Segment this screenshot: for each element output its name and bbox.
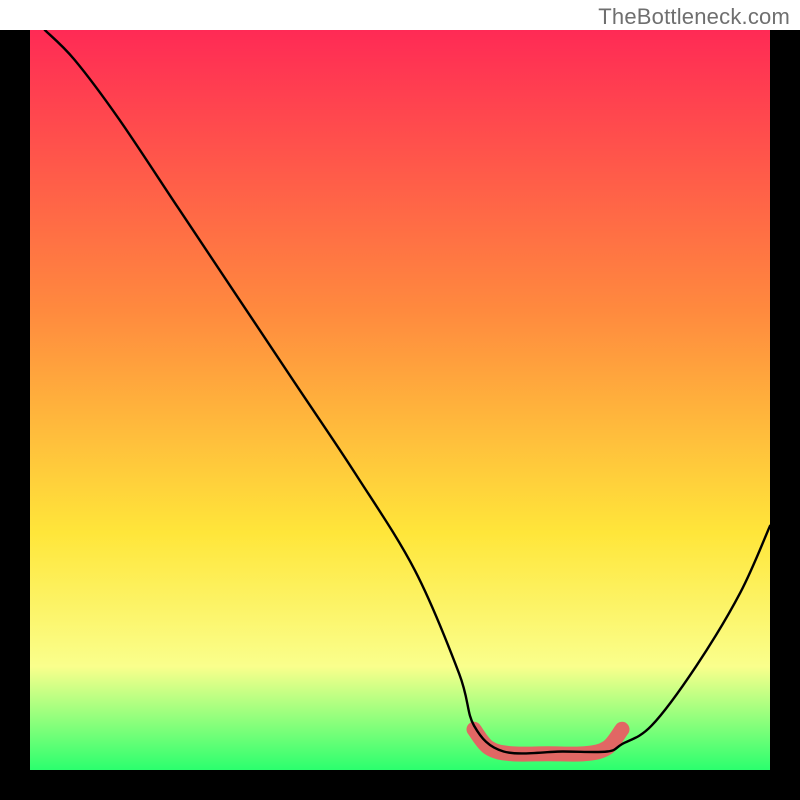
plot-background [30, 30, 770, 770]
chart-container: TheBottleneck.com [0, 0, 800, 800]
frame-right [770, 0, 800, 800]
frame-bottom [0, 770, 800, 800]
bottleneck-chart [0, 0, 800, 800]
watermark-text: TheBottleneck.com [598, 4, 790, 30]
frame-left [0, 0, 30, 800]
